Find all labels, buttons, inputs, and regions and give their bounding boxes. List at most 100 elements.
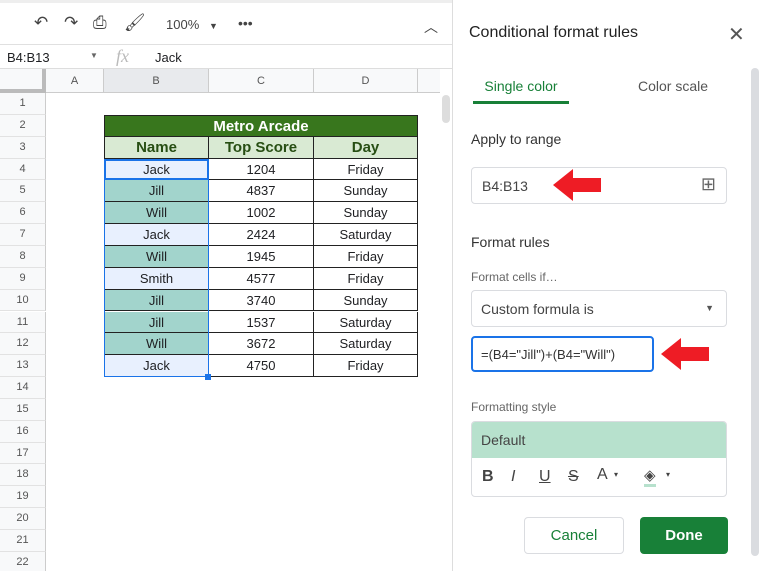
- condition-select[interactable]: Custom formula is ▼: [471, 290, 727, 327]
- select-all-corner[interactable]: [0, 69, 46, 93]
- print-icon[interactable]: ⎙: [93, 13, 107, 33]
- table-header[interactable]: Day: [314, 136, 418, 159]
- row-header[interactable]: 6: [0, 202, 46, 225]
- done-button[interactable]: Done: [640, 517, 728, 554]
- spreadsheet-grid[interactable]: A B C D 1 2 3 4 5 6 7 8 9 10 11 12 13 14 15 16 17 18 19 20 21 22 M…: [0, 69, 440, 571]
- table-cell[interactable]: Friday: [314, 355, 418, 378]
- row-header[interactable]: 9: [0, 267, 46, 290]
- table-cell[interactable]: Jill: [104, 311, 209, 334]
- row-header[interactable]: 10: [0, 289, 46, 312]
- row-header[interactable]: 4: [0, 158, 46, 181]
- table-cell[interactable]: 1204: [209, 158, 314, 181]
- table-cell[interactable]: Will: [104, 333, 209, 356]
- red-arrow-icon: [553, 169, 601, 201]
- undo-icon[interactable]: ↶: [34, 13, 48, 33]
- table-header[interactable]: Top Score: [209, 136, 314, 159]
- close-icon[interactable]: ✕: [728, 22, 745, 47]
- zoom-select[interactable]: 100%: [166, 17, 199, 32]
- row-header[interactable]: 20: [0, 508, 46, 530]
- name-box[interactable]: B4:B13: [7, 50, 50, 65]
- table-cell[interactable]: 3740: [209, 289, 314, 312]
- text-color-button[interactable]: A: [597, 466, 608, 484]
- table-cell[interactable]: 4577: [209, 267, 314, 290]
- collapse-icon[interactable]: ︿: [424, 17, 438, 37]
- formatting-style-box: Default B I U S A ▾ ◈ ▾: [471, 421, 727, 497]
- table-cell[interactable]: Sunday: [314, 289, 418, 312]
- chevron-down-icon: ▼: [705, 303, 714, 313]
- table-header[interactable]: Name: [104, 136, 209, 159]
- redo-icon[interactable]: ↷: [64, 13, 78, 33]
- red-arrow-icon: [661, 338, 709, 370]
- paint-format-icon[interactable]: 🖌: [124, 13, 146, 33]
- table-cell[interactable]: 2424: [209, 224, 314, 246]
- tab-single-color[interactable]: Single color: [473, 78, 569, 104]
- column-header-C[interactable]: C: [209, 69, 314, 93]
- row-header[interactable]: 18: [0, 464, 46, 487]
- panel-scrollbar[interactable]: [751, 68, 759, 556]
- table-title[interactable]: Metro Arcade: [104, 114, 418, 137]
- table-cell[interactable]: Saturday: [314, 311, 418, 334]
- row-header[interactable]: 11: [0, 311, 46, 334]
- table-cell[interactable]: Will: [104, 202, 209, 225]
- more-icon[interactable]: •••: [238, 15, 253, 31]
- row-header[interactable]: 5: [0, 180, 46, 203]
- table-cell[interactable]: Will: [104, 245, 209, 268]
- row-header[interactable]: 17: [0, 442, 46, 465]
- table-cell[interactable]: Friday: [314, 267, 418, 290]
- conditional-format-panel: Conditional format rules ✕ Single color …: [452, 0, 767, 571]
- strikethrough-button[interactable]: S: [568, 468, 579, 486]
- row-header[interactable]: 13: [0, 355, 46, 378]
- column-header-D[interactable]: D: [314, 69, 418, 93]
- italic-button[interactable]: I: [511, 468, 515, 486]
- cancel-button[interactable]: Cancel: [524, 517, 624, 554]
- chevron-down-icon[interactable]: ▼: [90, 51, 98, 60]
- table-cell[interactable]: 1537: [209, 311, 314, 334]
- table-cell[interactable]: Saturday: [314, 224, 418, 246]
- fill-color-icon[interactable]: ◈: [644, 466, 656, 487]
- table-cell[interactable]: Friday: [314, 158, 418, 181]
- format-cells-if-label: Format cells if…: [471, 270, 558, 284]
- grid-select-icon[interactable]: ⊞: [701, 174, 716, 195]
- table-cell[interactable]: Jack: [104, 355, 209, 378]
- panel-title: Conditional format rules: [469, 24, 638, 41]
- column-header-E[interactable]: [418, 69, 440, 93]
- row-header[interactable]: 7: [0, 224, 46, 246]
- column-header-B[interactable]: B: [104, 69, 209, 93]
- table-cell[interactable]: 4750: [209, 355, 314, 378]
- table-cell[interactable]: Jack: [104, 158, 209, 181]
- table-cell[interactable]: Jill: [104, 180, 209, 203]
- fill-handle[interactable]: [205, 374, 211, 381]
- row-header[interactable]: 3: [0, 136, 46, 159]
- scrollbar[interactable]: [440, 93, 452, 571]
- row-header[interactable]: 2: [0, 114, 46, 137]
- row-header[interactable]: 1: [0, 93, 46, 115]
- table-cell[interactable]: Jill: [104, 289, 209, 312]
- table-cell[interactable]: 3672: [209, 333, 314, 356]
- style-preview[interactable]: Default: [472, 422, 726, 458]
- table-cell[interactable]: 1002: [209, 202, 314, 225]
- tab-color-scale[interactable]: Color scale: [623, 78, 723, 96]
- row-header[interactable]: 12: [0, 333, 46, 356]
- row-header[interactable]: 14: [0, 377, 46, 399]
- chevron-down-icon[interactable]: ▼: [209, 21, 218, 31]
- table-cell[interactable]: Jack: [104, 224, 209, 246]
- table-cell[interactable]: Friday: [314, 245, 418, 268]
- formula-input[interactable]: =(B4="Jill")+(B4="Will"): [471, 336, 654, 372]
- row-header[interactable]: 19: [0, 486, 46, 509]
- table-cell[interactable]: Saturday: [314, 333, 418, 356]
- row-header[interactable]: 15: [0, 398, 46, 421]
- row-header[interactable]: 22: [0, 551, 46, 571]
- table-cell[interactable]: Sunday: [314, 180, 418, 203]
- row-header[interactable]: 16: [0, 420, 46, 443]
- row-header[interactable]: 21: [0, 530, 46, 552]
- table-cell[interactable]: Smith: [104, 267, 209, 290]
- table-cell[interactable]: Sunday: [314, 202, 418, 225]
- bold-button[interactable]: B: [482, 468, 494, 486]
- formula-input[interactable]: Jack: [155, 50, 182, 65]
- table-cell[interactable]: 4837: [209, 180, 314, 203]
- format-rules-label: Format rules: [471, 234, 550, 250]
- column-header-A[interactable]: A: [46, 69, 104, 93]
- underline-button[interactable]: U: [539, 468, 551, 486]
- table-cell[interactable]: 1945: [209, 245, 314, 268]
- row-header[interactable]: 8: [0, 245, 46, 268]
